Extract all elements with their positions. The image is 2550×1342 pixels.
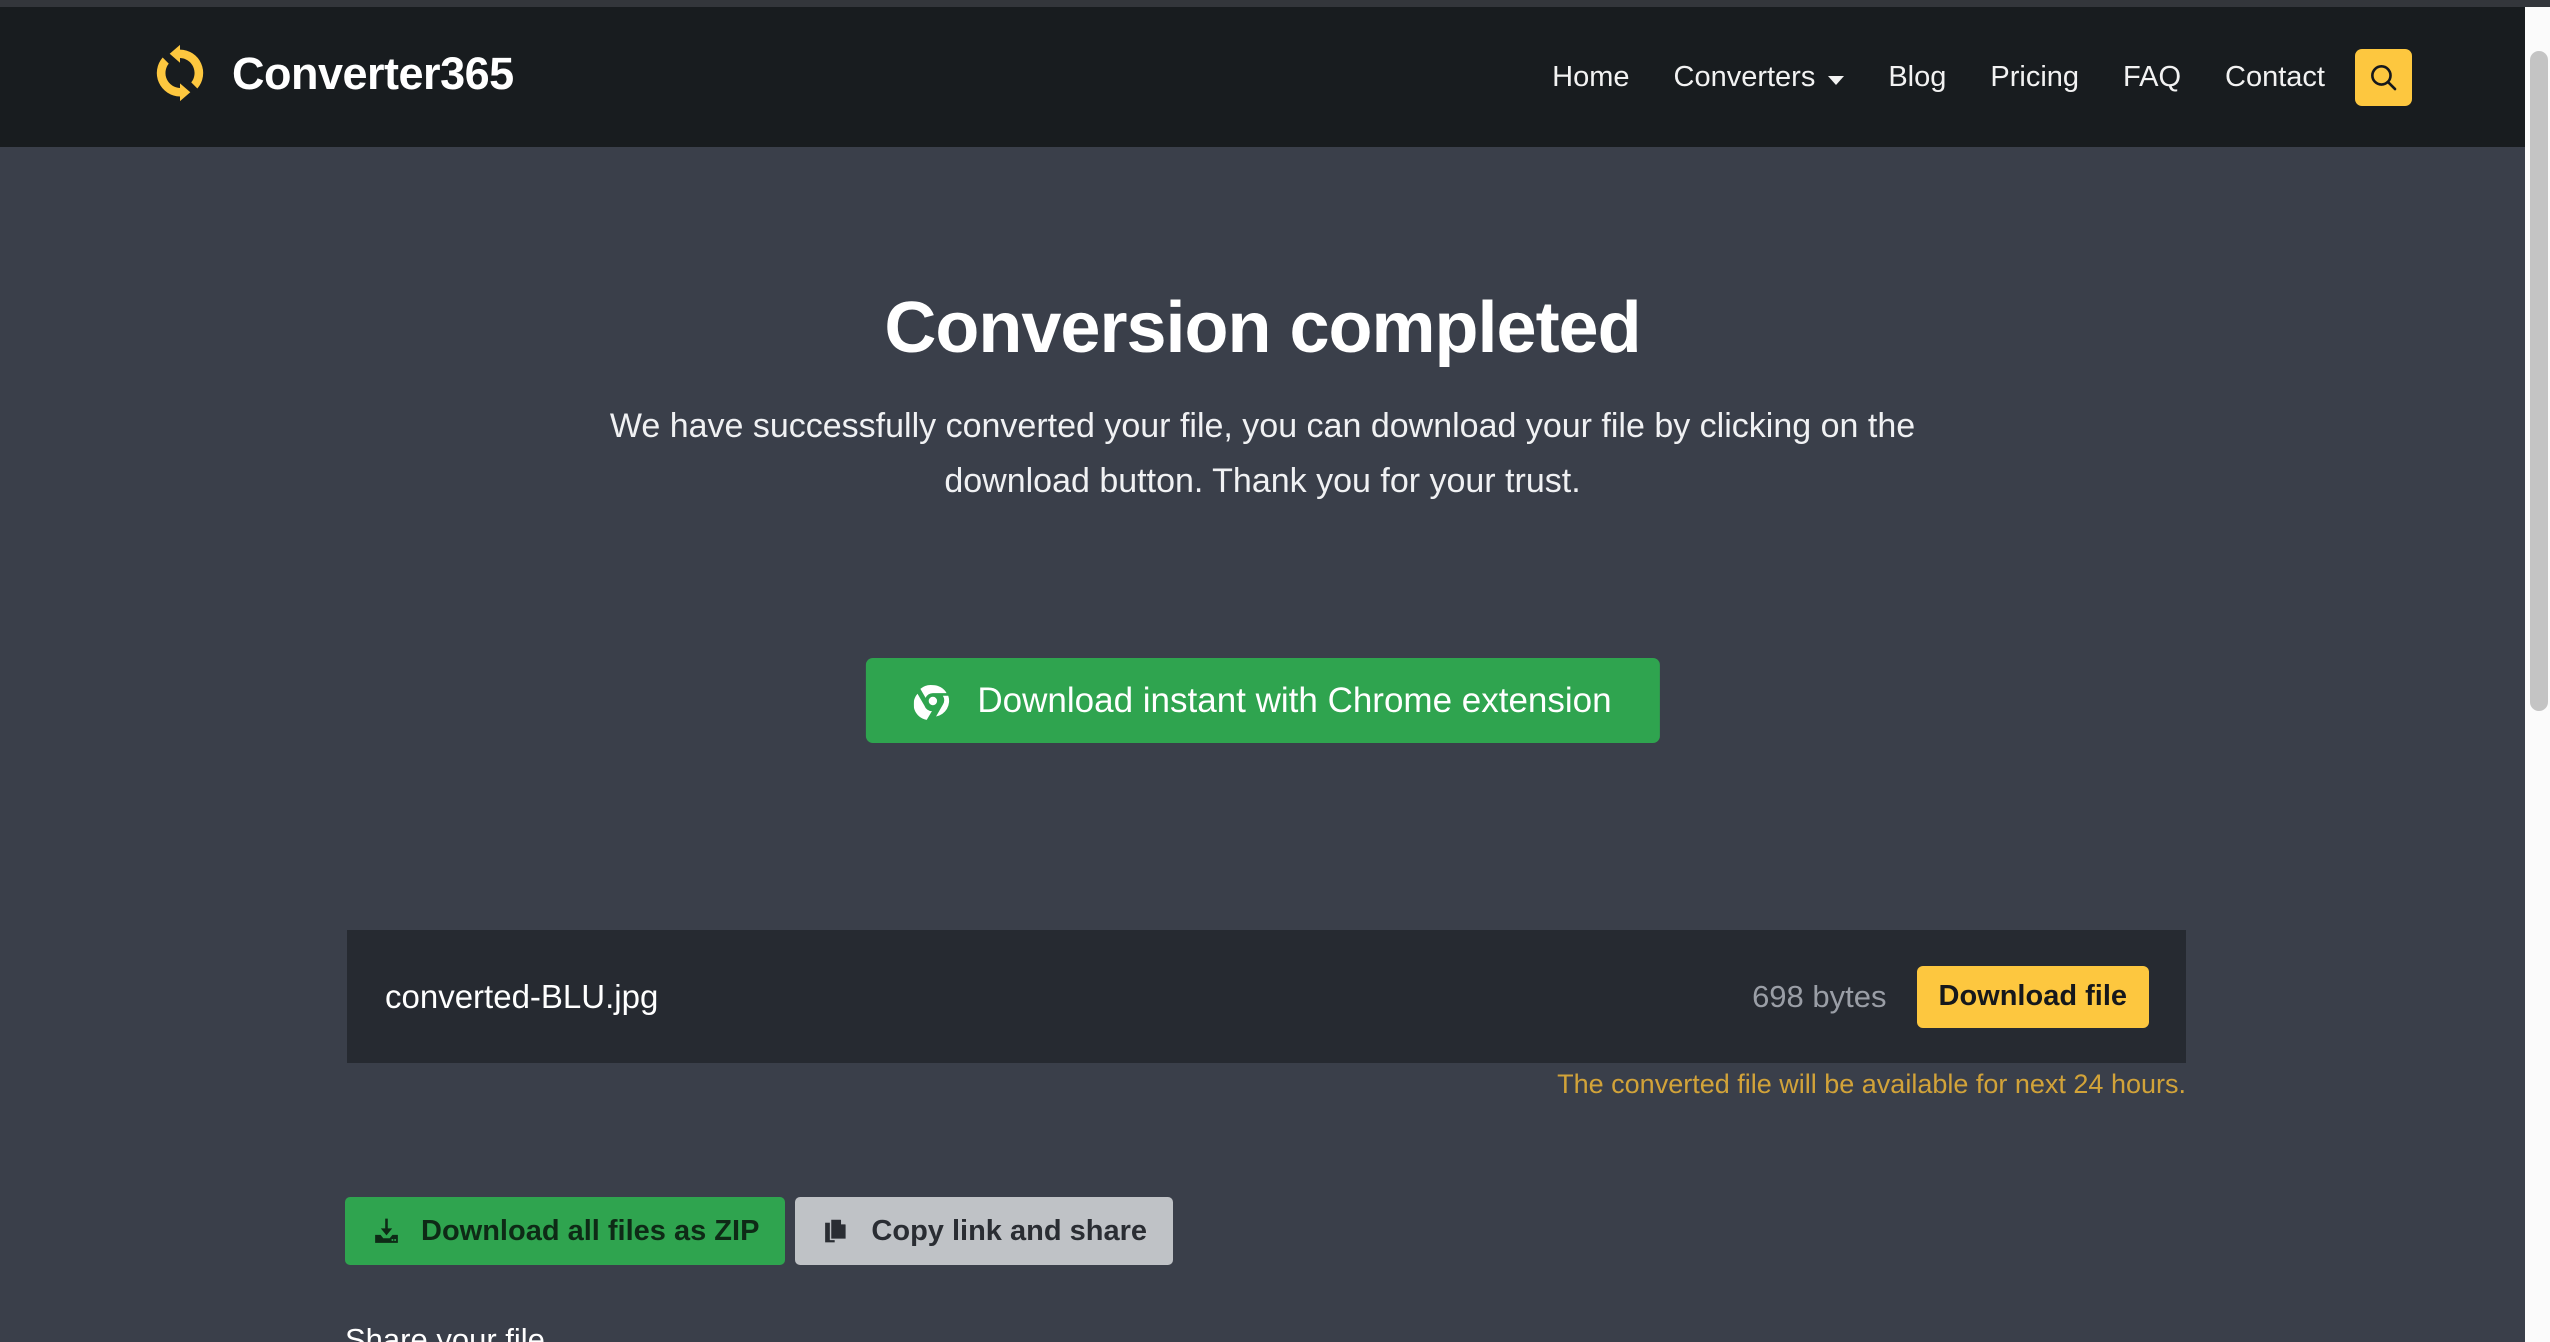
nav-item-blog-label: Blog: [1888, 60, 1947, 93]
download-tray-icon: [375, 1218, 398, 1243]
nav-item-home-label: Home: [1552, 60, 1630, 93]
nav-item-faq[interactable]: FAQ: [2101, 60, 2203, 93]
availability-note: The converted file will be available for…: [1557, 1069, 2186, 1099]
nav-item-pricing-label: Pricing: [1990, 60, 2080, 93]
copy-pages-icon: [825, 1217, 848, 1242]
main-nav: Home Converters Blog Pricing FAQ Contact: [1530, 7, 2347, 147]
download-all-zip-button[interactable]: Download all files as ZIP: [345, 1197, 786, 1265]
browser-chrome-strip: [0, 0, 2550, 7]
nav-item-converters[interactable]: Converters: [1652, 60, 1867, 93]
nav-item-contact[interactable]: Contact: [2203, 60, 2347, 93]
file-meta: 698 bytes Download file: [1752, 965, 2149, 1028]
nav-item-home[interactable]: Home: [1530, 60, 1651, 93]
download-chrome-extension-label: Download instant with Chrome extension: [977, 680, 1612, 720]
file-name: converted-BLU.jpg: [385, 977, 659, 1015]
copy-link-share-label: Copy link and share: [871, 1214, 1147, 1247]
nav-item-converters-label: Converters: [1673, 60, 1816, 93]
converted-file-row: converted-BLU.jpg 698 bytes Download fil…: [347, 930, 2186, 1063]
logo-link[interactable]: Converter365: [150, 43, 514, 103]
page-viewport: Converter365 Home Converters Blog Pricin…: [0, 7, 2525, 1342]
nav-item-contact-label: Contact: [2225, 60, 2325, 93]
page-scrollbar-track[interactable]: [2525, 7, 2550, 1342]
nav-item-faq-label: FAQ: [2123, 60, 2182, 93]
page-subtitle: We have successfully converted your file…: [609, 407, 1916, 501]
search-button[interactable]: [2355, 49, 2412, 106]
download-all-zip-label: Download all files as ZIP: [421, 1214, 760, 1247]
logo-text: Converter365: [232, 47, 514, 99]
nav-item-pricing[interactable]: Pricing: [1968, 60, 2101, 93]
copy-link-share-button[interactable]: Copy link and share: [795, 1197, 1173, 1265]
file-size: 698 bytes: [1752, 978, 1887, 1014]
convert-refresh-icon: [156, 44, 204, 102]
chrome-icon: [913, 684, 949, 720]
search-icon: [2371, 65, 2397, 91]
download-file-button[interactable]: Download file: [1916, 965, 2149, 1028]
site-header: Converter365 Home Converters Blog Pricin…: [0, 7, 2525, 147]
share-your-file-heading: Share your file: [345, 1322, 545, 1342]
page-scrollbar-thumb[interactable]: [2530, 51, 2548, 711]
download-chrome-extension-button[interactable]: Download instant with Chrome extension: [865, 658, 1660, 743]
page-title: Conversion completed: [884, 288, 1641, 368]
nav-item-blog[interactable]: Blog: [1866, 60, 1968, 93]
file-actions-row: Download all files as ZIP Copy link and …: [345, 1197, 1173, 1265]
chevron-down-icon: [1828, 75, 1845, 85]
